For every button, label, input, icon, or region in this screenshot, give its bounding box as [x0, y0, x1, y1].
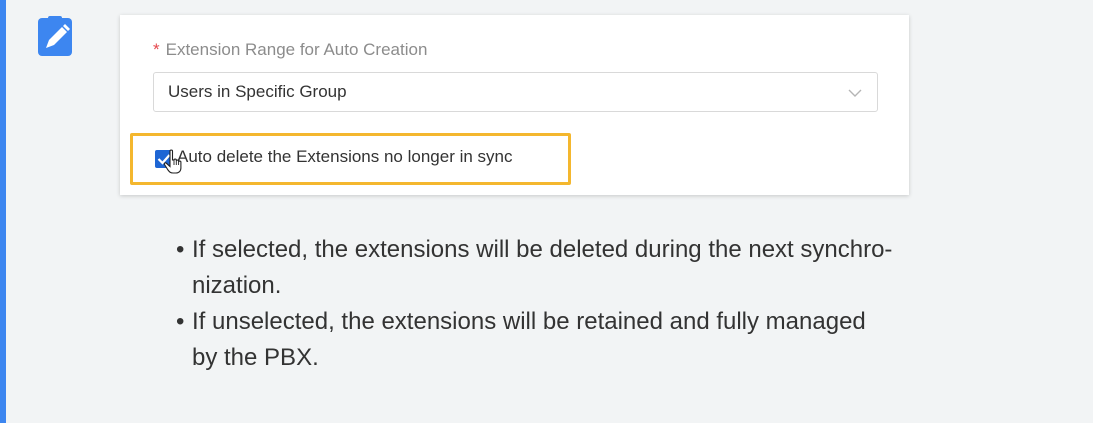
- settings-panel: * Extension Range for Auto Creation Users…: [120, 15, 909, 195]
- auto-delete-label[interactable]: Auto delete the Extensions no longer in …: [177, 147, 513, 167]
- bullet-text-line2: nization.: [192, 272, 282, 299]
- select-value: Users in Specific Group: [168, 82, 347, 101]
- edit-note-icon: [36, 16, 80, 60]
- bullet-text-line2: by the PBX.: [192, 344, 319, 371]
- note-box: * Extension Range for Auto Creation Users…: [0, 0, 1093, 423]
- bullet-dot: •: [176, 308, 185, 335]
- list-item: • If selected, the extensions will be de…: [162, 232, 1062, 304]
- hand-cursor-icon: [163, 149, 185, 175]
- bullet-list: • If selected, the extensions will be de…: [162, 232, 1062, 376]
- field-label-text: Extension Range for Auto Creation: [165, 40, 428, 59]
- bullet-dot: •: [176, 236, 185, 263]
- bullet-text-line1: If unselected, the extensions will be re…: [192, 308, 866, 335]
- bullet-text-line1: If selected, the extensions will be dele…: [192, 236, 893, 263]
- required-mark: *: [153, 40, 160, 59]
- highlight-box: Auto delete the Extensions no longer in …: [130, 133, 571, 185]
- chevron-down-icon[interactable]: [847, 85, 863, 101]
- list-item: • If unselected, the extensions will be …: [162, 304, 1062, 376]
- extension-range-select[interactable]: Users in Specific Group: [153, 72, 878, 112]
- field-label: * Extension Range for Auto Creation: [153, 40, 427, 60]
